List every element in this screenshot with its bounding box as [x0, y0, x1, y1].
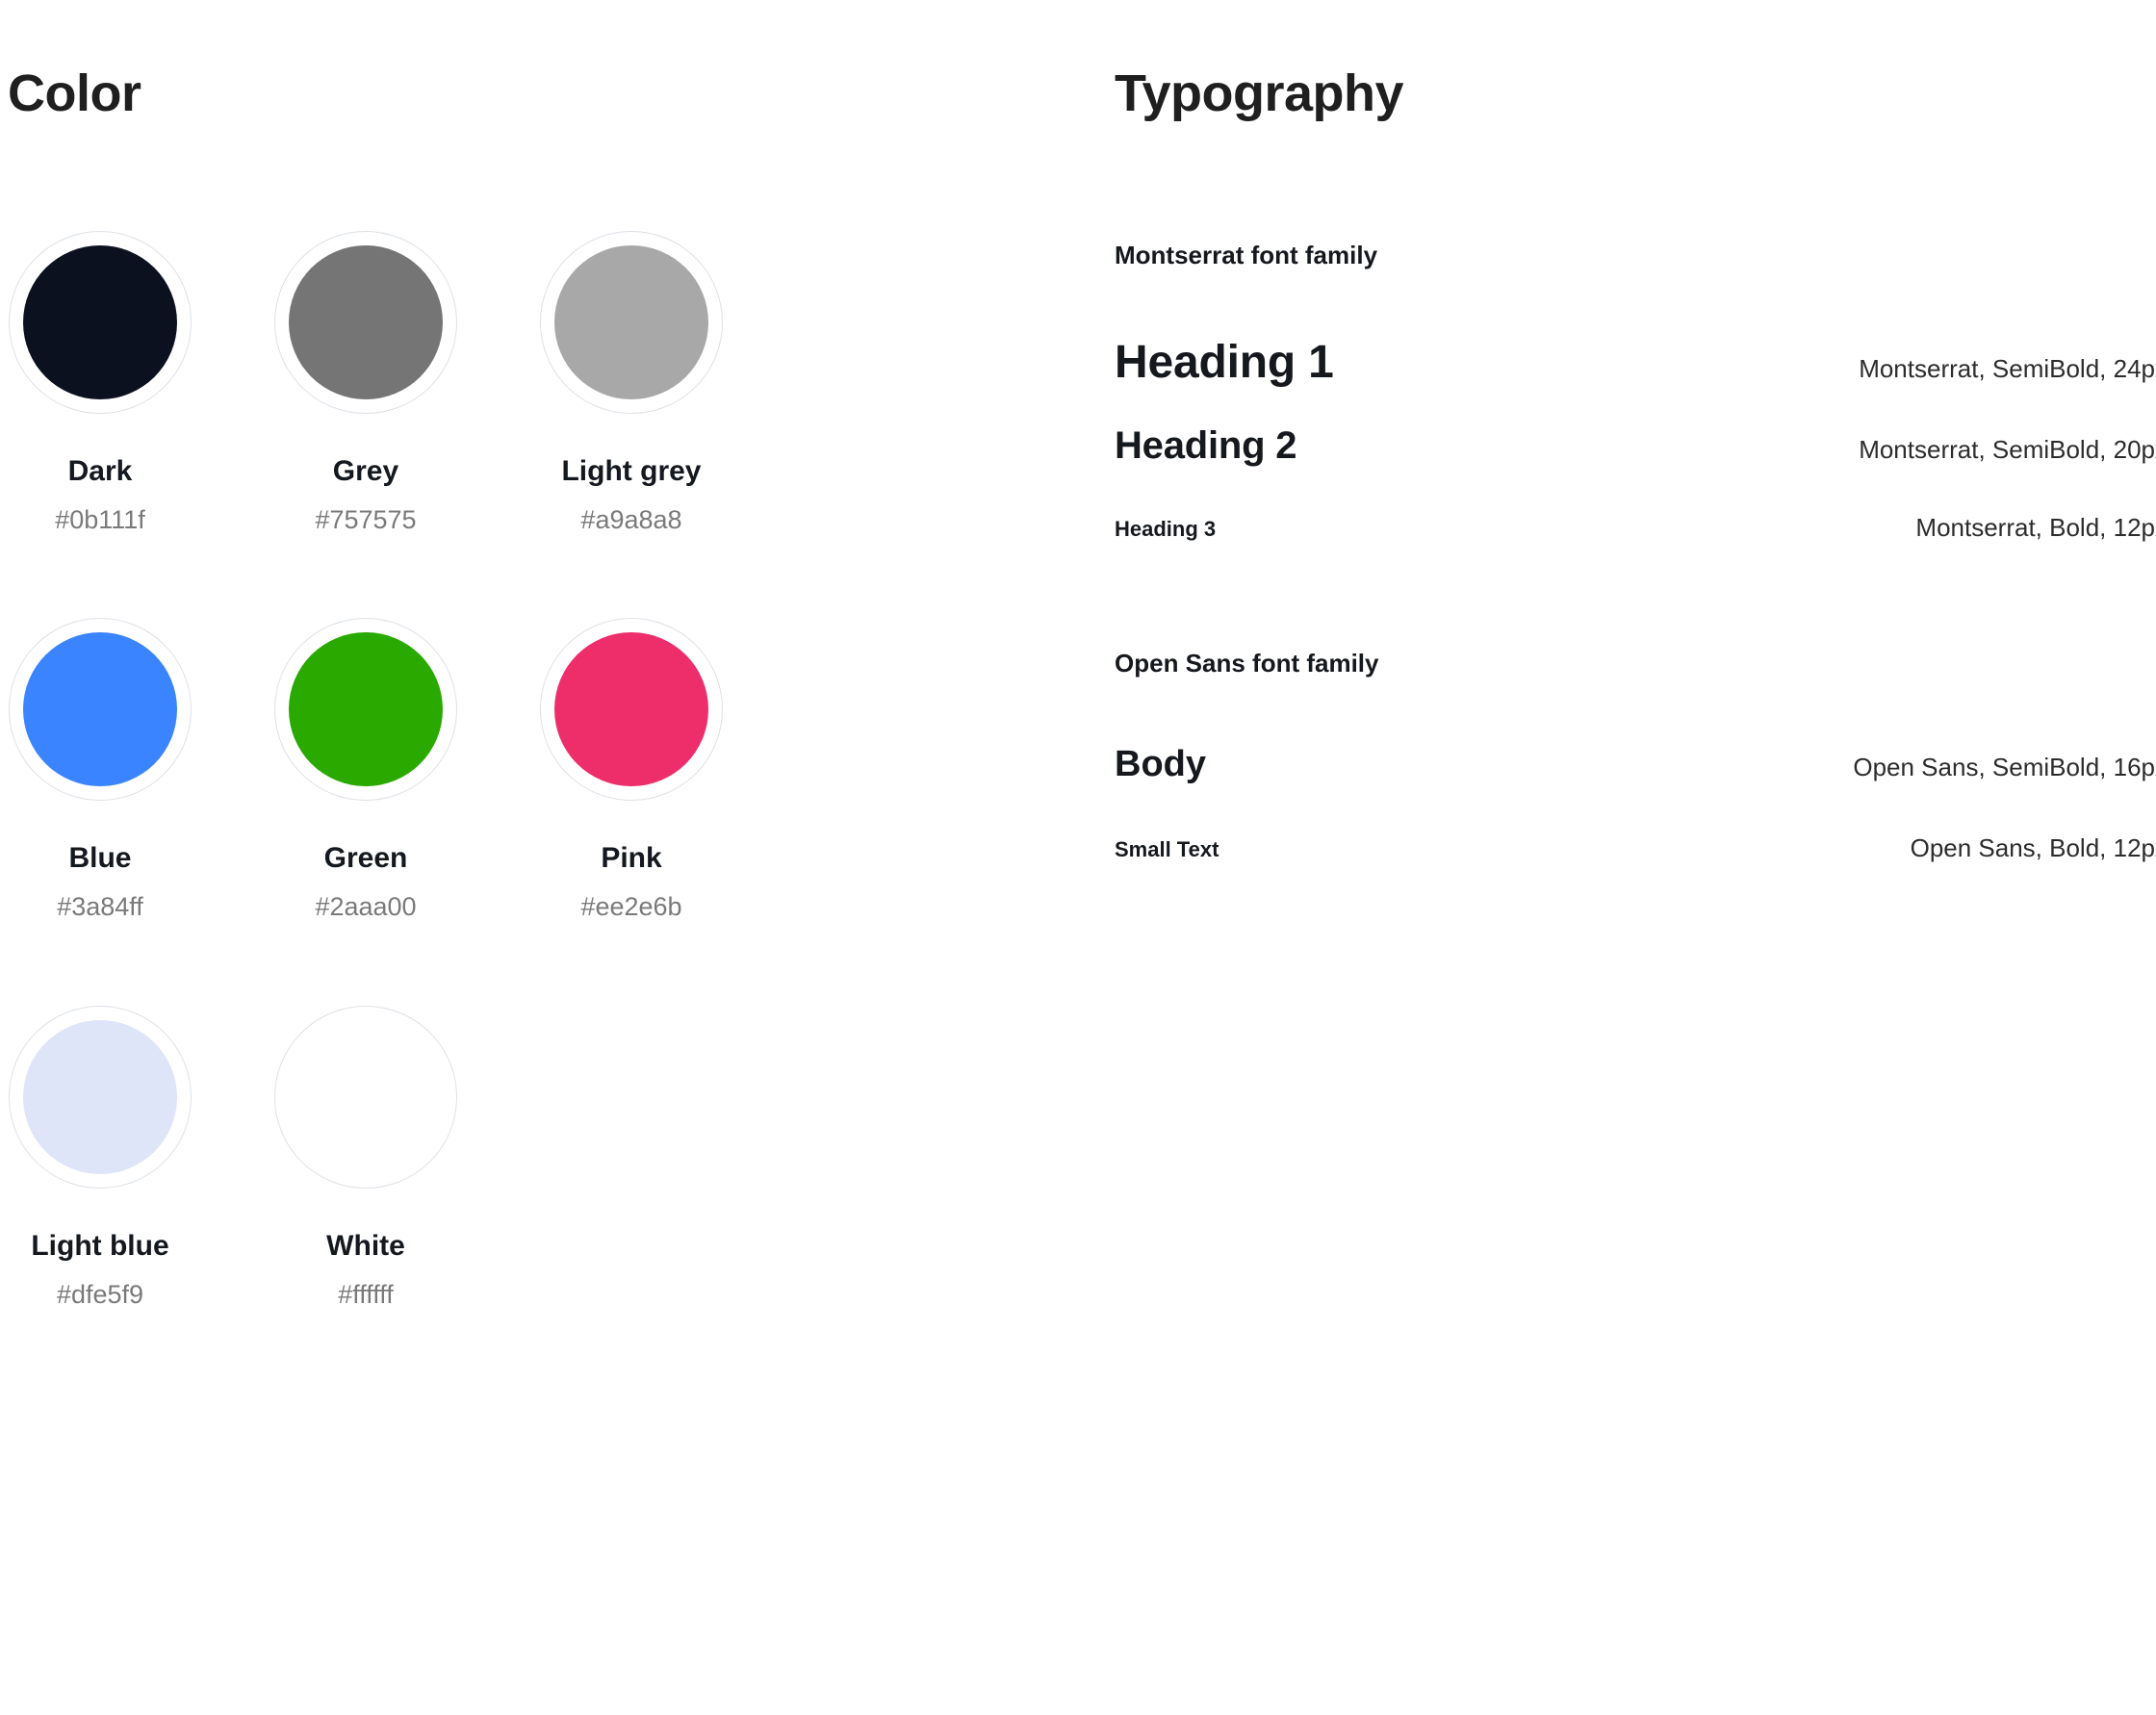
color-section-title: Color	[8, 64, 141, 122]
type-specimen-descriptor: Open Sans, SemiBold, 16px	[1853, 753, 2156, 782]
color-swatch-light-blue[interactable]: Light blue #dfe5f9	[8, 1005, 192, 1310]
swatch-ring	[274, 231, 457, 414]
color-swatch-grid: Dark #0b111f Grey #757575 Light grey #a9…	[8, 231, 1028, 1310]
swatch-hex: #757575	[315, 505, 417, 534]
type-specimen-sample: Small Text	[1115, 837, 1219, 862]
type-specimen-sample: Heading 3	[1115, 517, 1217, 542]
swatch-fill	[23, 632, 177, 787]
swatch-name: Green	[323, 842, 408, 875]
swatch-fill	[289, 632, 443, 787]
swatch-ring	[9, 1005, 192, 1189]
typography-section-title: Typography	[1115, 64, 1404, 122]
type-specimen-small-text: Small Text Open Sans, Bold, 12px	[1115, 833, 2156, 863]
swatch-ring	[9, 618, 192, 802]
swatch-name: White	[326, 1229, 405, 1262]
swatch-name: Grey	[332, 455, 399, 487]
type-specimen-body: Body Open Sans, SemiBold, 16px	[1115, 744, 2156, 786]
swatch-fill	[289, 1019, 443, 1174]
type-specimen-heading-1: Heading 1 Montserrat, SemiBold, 24px	[1115, 336, 2156, 389]
color-swatch-dark[interactable]: Dark #0b111f	[8, 231, 192, 535]
family-spacer	[1115, 543, 2156, 649]
type-specimen-descriptor: Open Sans, Bold, 12px	[1910, 833, 2156, 863]
swatch-name: Pink	[601, 842, 662, 875]
swatch-hex: #ffffff	[338, 1279, 394, 1309]
swatch-hex: #2aaa00	[315, 892, 417, 922]
color-swatch-green[interactable]: Green #2aaa00	[273, 618, 458, 922]
type-specimen-sample: Heading 2	[1115, 424, 1297, 468]
type-specimen-descriptor: Montserrat, Bold, 12px	[1915, 513, 2156, 543]
color-swatch-pink[interactable]: Pink #ee2e6b	[539, 618, 724, 922]
type-specimen-descriptor: Montserrat, SemiBold, 20px	[1859, 435, 2156, 465]
color-swatch-blue[interactable]: Blue #3a84ff	[8, 618, 192, 922]
font-family-block-open-sans: Open Sans font family Body Open Sans, Se…	[1115, 649, 2156, 863]
type-specimen-heading-3: Heading 3 Montserrat, Bold, 12px	[1115, 513, 2156, 543]
swatch-fill	[554, 632, 708, 787]
type-specimen-heading-2: Heading 2 Montserrat, SemiBold, 20px	[1115, 423, 2156, 468]
swatch-name: Blue	[68, 842, 132, 875]
swatch-fill	[23, 245, 177, 399]
swatch-fill	[23, 1019, 177, 1174]
swatch-ring	[9, 231, 192, 414]
swatch-name: Light grey	[561, 455, 702, 487]
swatch-name: Light blue	[31, 1229, 169, 1262]
type-specimen-descriptor: Montserrat, SemiBold, 24px	[1859, 354, 2156, 384]
color-swatch-row: Light blue #dfe5f9 White #ffffff	[8, 1005, 1028, 1310]
swatch-hex: #dfe5f9	[56, 1279, 144, 1309]
typography-section: Typography Montserrat font family Headin…	[1115, 67, 2156, 863]
swatch-ring	[274, 618, 457, 802]
font-family-label: Open Sans font family	[1115, 649, 1379, 678]
color-section: Color Dark #0b111f Grey #757575 Light gr…	[8, 67, 1028, 1310]
swatch-hex: #0b111f	[55, 505, 145, 534]
swatch-hex: #a9a8a8	[580, 505, 682, 534]
color-swatch-row: Dark #0b111f Grey #757575 Light grey #a9…	[8, 231, 1028, 535]
swatch-ring	[540, 231, 723, 414]
type-specimen-sample: Heading 1	[1115, 337, 1334, 389]
font-family-block-montserrat: Montserrat font family Heading 1 Montser…	[1115, 241, 2156, 543]
swatch-hex: #ee2e6b	[580, 892, 682, 922]
swatch-ring	[540, 618, 723, 802]
swatch-ring	[274, 1005, 457, 1189]
type-specimen-sample: Body	[1115, 744, 1206, 785]
swatch-hex: #3a84ff	[57, 892, 143, 922]
swatch-name: Dark	[67, 455, 133, 487]
swatch-fill	[554, 245, 708, 399]
swatch-fill	[289, 245, 443, 399]
style-guide-page: Color Dark #0b111f Grey #757575 Light gr…	[0, 0, 2156, 1715]
color-swatch-white[interactable]: White #ffffff	[273, 1005, 458, 1310]
font-family-label: Montserrat font family	[1115, 241, 1378, 269]
color-swatch-light-grey[interactable]: Light grey #a9a8a8	[539, 231, 724, 535]
color-swatch-grey[interactable]: Grey #757575	[273, 231, 458, 535]
color-swatch-row: Blue #3a84ff Green #2aaa00 Pink #ee2e6b	[8, 618, 1028, 922]
